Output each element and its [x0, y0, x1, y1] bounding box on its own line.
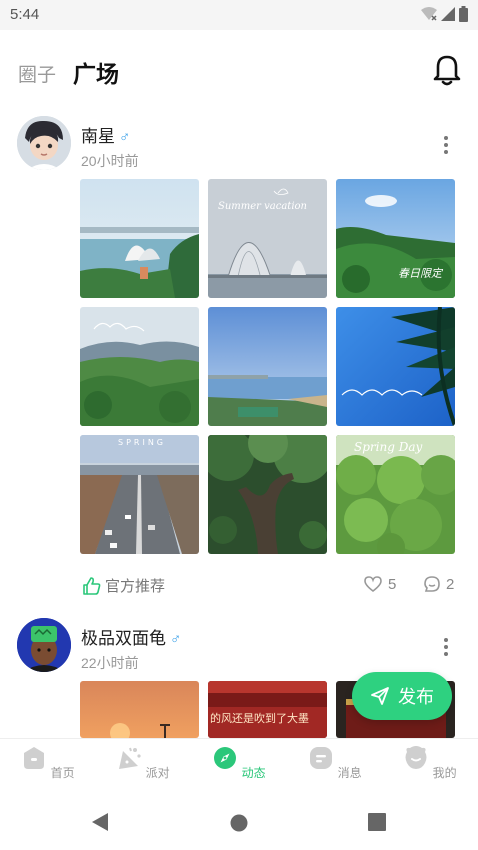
battery-icon	[459, 6, 468, 22]
post-image[interactable]: SPRING	[80, 435, 199, 554]
party-icon	[119, 747, 141, 769]
caption-chunri: 春日限定	[398, 267, 444, 280]
tab-square[interactable]: 广场	[73, 55, 119, 89]
tab-profile[interactable]: 我的	[400, 745, 460, 781]
username[interactable]: 南星 ♂	[81, 122, 130, 147]
post-image[interactable]	[208, 307, 327, 426]
tab-feed[interactable]: 动态	[209, 745, 269, 781]
tab-profile-label: 我的	[432, 766, 457, 780]
tab-home-label: 首页	[50, 766, 75, 780]
comment-count: 2	[446, 575, 455, 593]
male-icon: ♂	[119, 129, 131, 146]
more-options-icon[interactable]	[440, 636, 452, 658]
more-options-icon[interactable]	[440, 134, 452, 156]
back-icon[interactable]	[91, 812, 109, 832]
image-grid: Summer vacation 春日限定 SPRING Spring Day	[80, 179, 455, 554]
signal-icon	[441, 7, 455, 21]
status-time: 5:44	[10, 6, 40, 23]
comment-button[interactable]: 2	[423, 575, 454, 593]
compass-icon	[214, 747, 237, 769]
recents-icon[interactable]	[368, 813, 386, 831]
post-time: 22小时前	[81, 655, 139, 671]
post-image[interactable]: Summer vacation	[208, 179, 327, 298]
thumbs-up-icon	[83, 576, 101, 595]
post-image[interactable]: Spring Day	[336, 435, 455, 554]
send-icon	[371, 687, 389, 705]
like-button[interactable]: 5	[363, 575, 396, 593]
comment-icon	[424, 576, 440, 592]
username-text[interactable]: 极品双面龟	[81, 629, 166, 648]
post-image[interactable]	[80, 681, 199, 738]
wifi-icon	[421, 7, 437, 21]
tab-feed-label: 动态	[241, 766, 266, 780]
caption-spring-day: Spring Day	[354, 440, 422, 454]
tab-home[interactable]: 首页	[18, 745, 78, 781]
status-icons	[421, 6, 468, 22]
post-time: 20小时前	[81, 153, 139, 169]
tab-party[interactable]: 派对	[113, 745, 173, 781]
bell-icon[interactable]	[432, 54, 462, 86]
post-image[interactable]	[80, 307, 199, 426]
system-nav-bar	[0, 798, 478, 850]
username[interactable]: 极品双面龟 ♂	[81, 624, 181, 649]
caption-spring: SPRING	[118, 438, 166, 447]
username-text[interactable]: 南星	[81, 127, 115, 146]
home-circle-icon[interactable]	[230, 814, 248, 832]
heart-icon	[364, 576, 382, 593]
post2-image-text: 的风还是吹到了大墨	[210, 711, 309, 725]
publish-label: 发布	[398, 687, 434, 707]
recommend-label: 官方推荐	[105, 578, 166, 595]
post-image[interactable]	[80, 179, 199, 298]
header: 圈子 广场	[0, 30, 478, 108]
profile-icon	[405, 746, 427, 769]
male-icon: ♂	[170, 631, 182, 648]
home-icon	[24, 747, 45, 769]
publish-button[interactable]: 发布	[352, 672, 452, 720]
tab-messages-label: 消息	[337, 766, 362, 780]
caption-summer-vacation: Summer vacation	[218, 201, 307, 212]
post-image[interactable]	[208, 435, 327, 554]
official-recommend[interactable]: 官方推荐	[82, 575, 165, 596]
tab-messages[interactable]: 消息	[305, 745, 365, 781]
message-icon	[310, 747, 333, 769]
post-image[interactable]	[336, 307, 455, 426]
like-count: 5	[388, 575, 397, 593]
post-image[interactable]: 的风还是吹到了大墨	[208, 681, 327, 738]
avatar[interactable]	[17, 618, 71, 672]
tab-party-label: 派对	[145, 766, 170, 780]
tab-circle[interactable]: 圈子	[18, 60, 56, 87]
avatar[interactable]	[17, 116, 71, 170]
bottom-tab-bar: 首页 派对 动态 消息 我的	[0, 738, 478, 798]
post-image[interactable]: 春日限定	[336, 179, 455, 298]
status-bar: 5:44	[0, 0, 478, 30]
